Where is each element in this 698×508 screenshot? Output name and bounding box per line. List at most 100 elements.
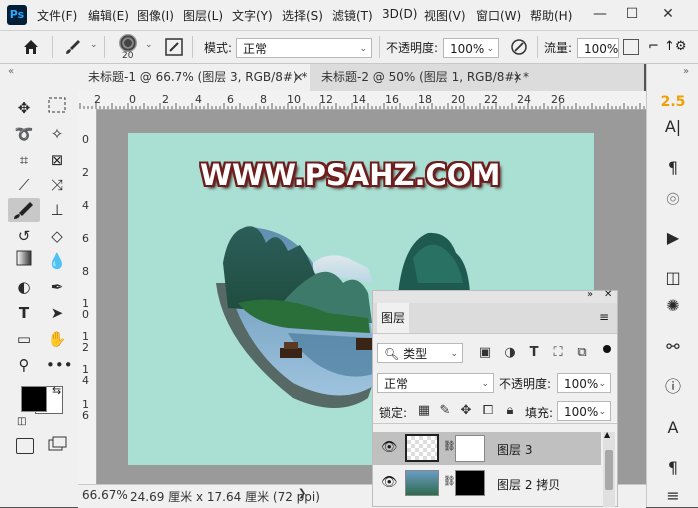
magic-wand-tool-icon[interactable]: ✧ [46, 123, 68, 145]
screen-mode-icon[interactable] [48, 436, 68, 452]
lock-transparent-icon[interactable]: ▦ [415, 402, 433, 420]
link-icon[interactable]: ⛓ [443, 476, 456, 487]
brush-tool-icon[interactable] [8, 198, 40, 222]
close-window-button[interactable]: ✕ [652, 0, 684, 30]
filter-shape-icon[interactable]: ⛶ [549, 344, 567, 362]
brush-preset-icon[interactable] [62, 37, 84, 57]
menu-select[interactable]: 选择(S) [282, 7, 323, 24]
visibility-eye-icon[interactable]: 👁︎ [381, 475, 398, 490]
paragraph-styles-icon[interactable]: ¶ [655, 456, 691, 480]
lock-all-icon[interactable]: 🔒︎ [501, 402, 519, 420]
layer-thumbnail[interactable] [405, 434, 439, 462]
tab-layers[interactable]: 图层 [377, 303, 409, 333]
flow-input[interactable]: 100% [577, 38, 619, 58]
collapse-icon[interactable]: « [8, 66, 14, 77]
pen-tool-icon[interactable]: ✒ [46, 276, 68, 298]
panel-menu-icon[interactable]: ≡ [599, 310, 609, 324]
brush-panel-icon[interactable] [164, 37, 184, 57]
opacity-input[interactable]: 100% ⌄ [443, 38, 499, 58]
patch-tool-icon[interactable]: ⤨ [46, 174, 68, 196]
lock-pixels-icon[interactable]: ✎ [436, 402, 454, 420]
airbrush-icon[interactable] [623, 39, 639, 55]
menu-type[interactable]: 文字(Y) [232, 7, 273, 24]
gradient-tool-icon[interactable] [13, 250, 35, 272]
paths-icon[interactable]: ⚯ [655, 335, 691, 359]
zoom-tool-icon[interactable]: ⚲ [13, 354, 35, 376]
collapse-icon[interactable]: » [683, 66, 689, 77]
mode-select[interactable]: 正常 ⌄ [236, 38, 372, 58]
panel-header[interactable]: » ✕ [373, 289, 617, 303]
smoothing-icon[interactable]: ⌐ [648, 39, 662, 55]
eyedropper-tool-icon[interactable]: ⟋ [13, 174, 35, 196]
menu-window[interactable]: 窗口(W) [476, 7, 521, 24]
close-icon[interactable]: ✕ [604, 289, 612, 300]
menu-image[interactable]: 图像(I) [137, 7, 174, 24]
brush-tip-icon[interactable] [119, 34, 137, 52]
character-panel-icon[interactable]: A| [655, 115, 691, 139]
home-icon[interactable] [20, 37, 42, 57]
layer-name[interactable]: 图层 2 拷贝 [497, 476, 560, 493]
zoom-level[interactable]: 66.67% [82, 488, 128, 502]
character-styles-icon[interactable]: A [655, 416, 691, 440]
libraries-icon[interactable]: ◫ [655, 266, 691, 290]
blend-mode-select[interactable]: 正常 ⌄ [377, 373, 494, 393]
foreground-color-swatch[interactable] [21, 386, 47, 412]
menu-layer[interactable]: 图层(L) [183, 7, 223, 24]
filter-kind-select[interactable]: 🔍︎ 类型 ⌄ [377, 343, 463, 363]
lasso-tool-icon[interactable]: ➰ [13, 123, 35, 145]
scrollbar-thumb[interactable] [605, 450, 613, 490]
blur-tool-icon[interactable]: 💧 [46, 250, 68, 272]
path-selection-icon[interactable]: ➤ [46, 302, 68, 324]
default-colors-icon[interactable]: ◫ [17, 416, 26, 427]
info-icon[interactable]: ⓘ [655, 375, 691, 399]
layer-opacity-input[interactable]: 100% ⌄ [557, 373, 611, 393]
stamp-tool-icon[interactable]: ⊥ [46, 199, 68, 221]
pressure-opacity-icon[interactable] [508, 37, 530, 57]
filter-toggle[interactable] [603, 345, 611, 353]
dodge-tool-icon[interactable]: ◐ [13, 276, 35, 298]
tab-document-1[interactable]: 未标题-1 @ 66.7% (图层 3, RGB/8#) * ✕ [78, 64, 310, 91]
layers-comps-icon[interactable]: ≡ [655, 484, 691, 508]
hand-tool-icon[interactable]: ✋ [46, 328, 68, 350]
menu-help[interactable]: 帮助(H) [530, 7, 572, 24]
layer-row[interactable]: 👁︎ ⛓ 图层 2 拷贝 [373, 467, 601, 500]
rectangle-tool-icon[interactable]: ▭ [13, 328, 35, 350]
tab-document-2[interactable]: 未标题-2 @ 50% (图层 1, RGB/8#) * ✕ [311, 64, 531, 91]
visibility-eye-icon[interactable]: 👁︎ [381, 440, 398, 455]
marquee-tool-icon[interactable] [46, 97, 68, 119]
layer-row[interactable]: 👁︎ ⛓ 图层 3 [373, 432, 601, 465]
frame-tool-icon[interactable]: ⊠ [46, 149, 68, 171]
filter-pixel-icon[interactable]: ▣ [476, 344, 494, 362]
history-brush-icon[interactable]: ↺ [13, 225, 35, 247]
fill-input[interactable]: 100% ⌄ [557, 401, 611, 421]
filter-type-icon[interactable]: T [525, 344, 543, 362]
menu-view[interactable]: 视图(V) [424, 7, 466, 24]
layer-mask-thumbnail[interactable] [455, 435, 485, 462]
minimize-button[interactable]: — [584, 0, 616, 30]
layer-thumbnail[interactable] [405, 470, 439, 496]
play-action-icon[interactable]: ▶ [655, 226, 691, 250]
chevron-down-icon[interactable]: ⌄ [90, 40, 98, 50]
glyphs-icon[interactable]: ◎ [655, 186, 691, 210]
chevron-down-icon[interactable]: ⌄ [145, 40, 153, 50]
scroll-up-icon[interactable]: ▲ [604, 430, 610, 439]
type-tool-icon[interactable]: T [13, 302, 35, 324]
character-size-indicator[interactable]: 2.5 [655, 90, 691, 114]
lock-position-icon[interactable]: ✥ [457, 402, 475, 420]
symmetry-icon[interactable]: ↑⚙ [664, 37, 692, 57]
layer-mask-thumbnail[interactable] [455, 470, 485, 496]
paragraph-icon[interactable]: ¶ [655, 156, 691, 180]
more-tools-icon[interactable]: ••• [46, 354, 73, 376]
filter-smart-object-icon[interactable]: ⧉ [573, 344, 591, 362]
move-tool-icon[interactable]: ✥ [13, 97, 35, 119]
menu-edit[interactable]: 编辑(E) [88, 7, 129, 24]
menu-3d[interactable]: 3D(D) [382, 7, 417, 21]
close-icon[interactable]: ✕ [513, 64, 522, 91]
lock-artboard-icon[interactable]: ⧠ [479, 402, 497, 420]
swap-colors-icon[interactable]: ⇆ [52, 384, 61, 397]
menu-file[interactable]: 文件(F) [37, 7, 77, 24]
layers-scrollbar[interactable]: ▲ [603, 430, 615, 507]
layer-name[interactable]: 图层 3 [497, 441, 532, 458]
adjustments-icon[interactable]: ✺ [655, 294, 691, 318]
close-icon[interactable]: ✕ [294, 64, 303, 91]
